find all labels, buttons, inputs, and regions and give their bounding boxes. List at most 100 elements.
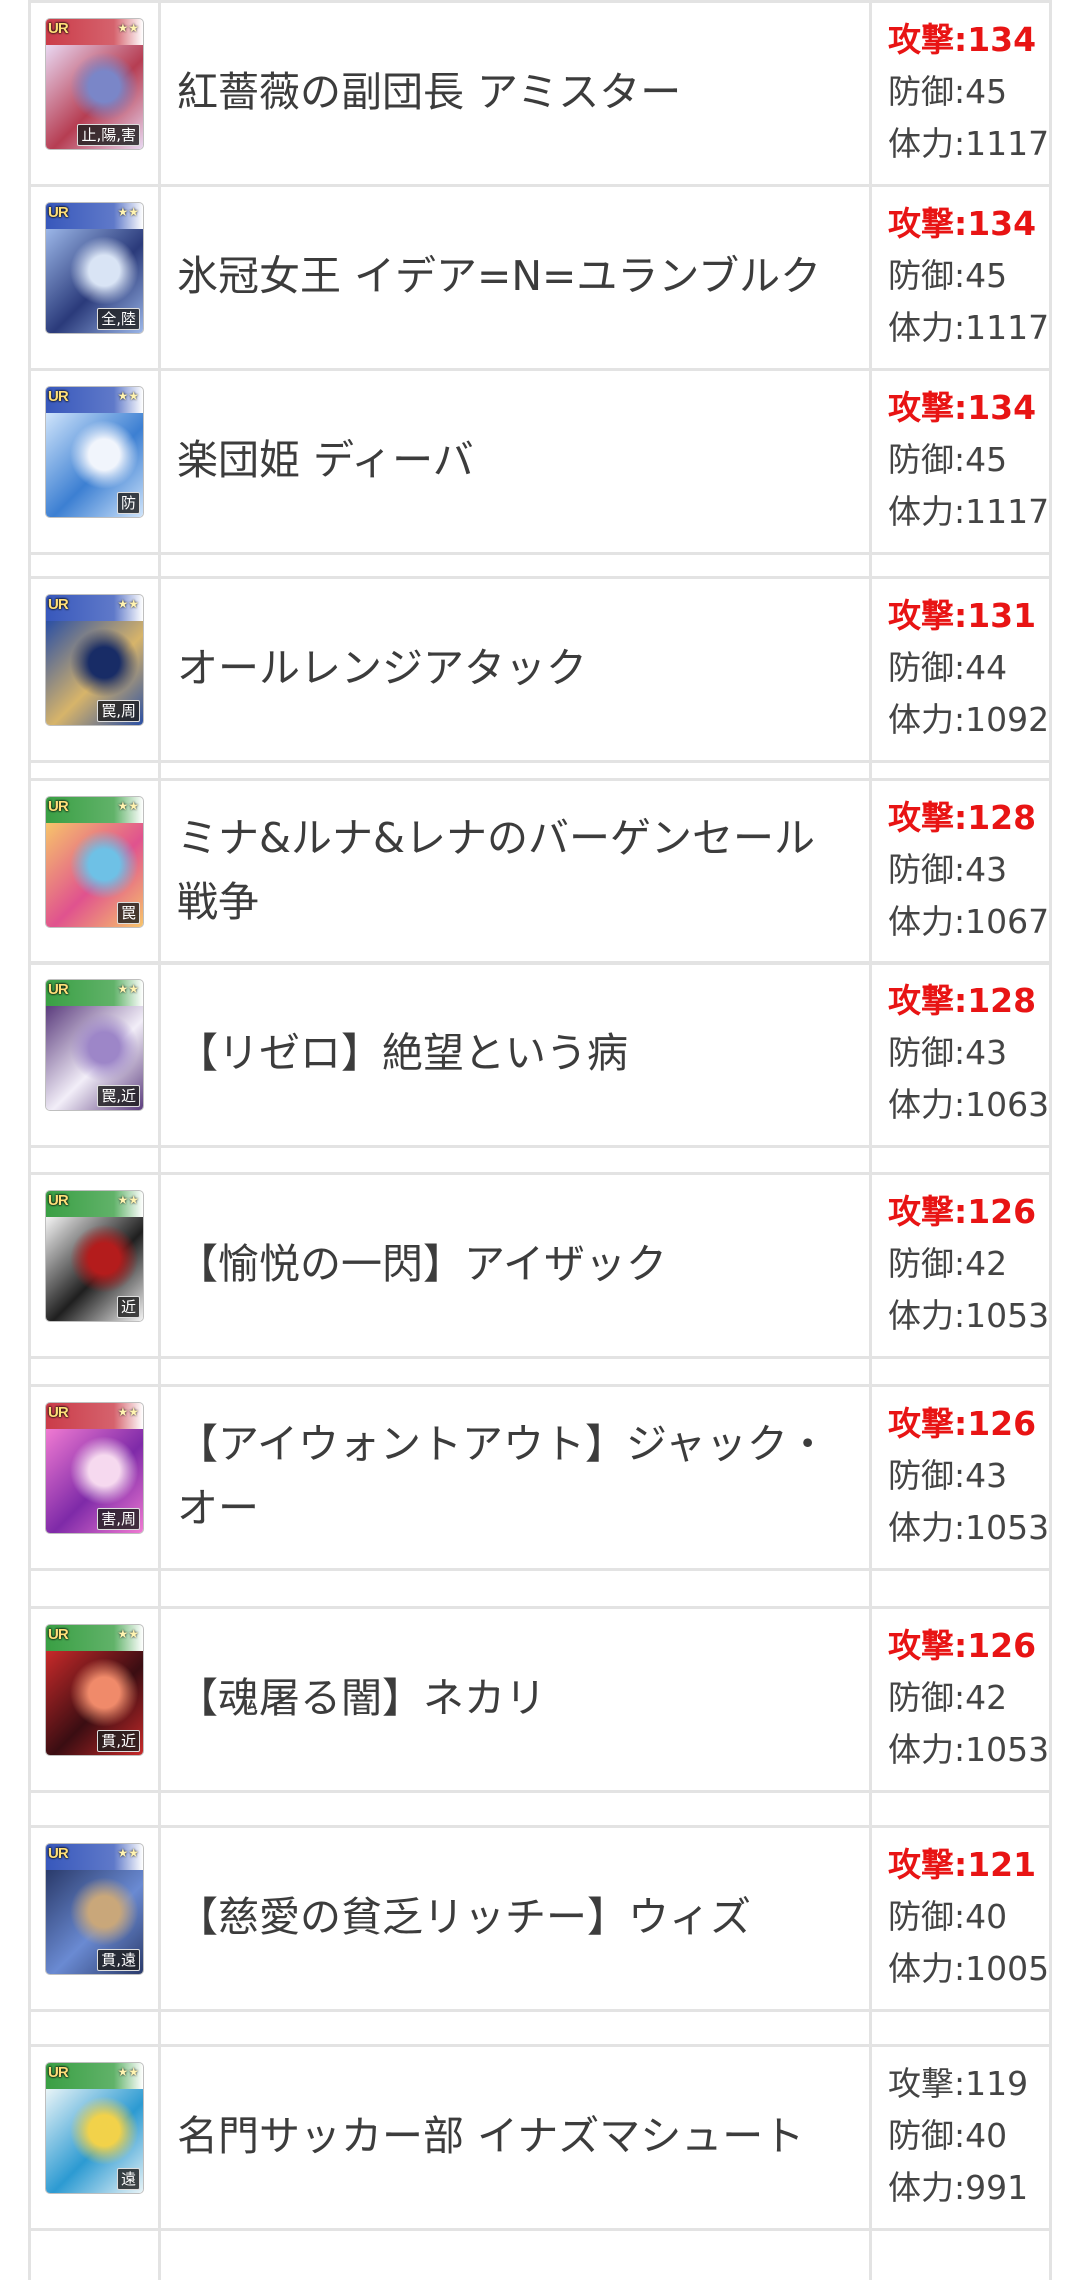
card-name-cell[interactable]: 名門サッカー部 イナズマシュート bbox=[162, 2044, 869, 2228]
card-thumbnail[interactable]: UR ★★ 防 bbox=[46, 387, 143, 517]
card-name[interactable]: 氷冠女王 イデア=N=ユランブルク bbox=[162, 244, 841, 308]
card-name[interactable]: ミナ&ルナ&レナのバーゲンセール戦争 bbox=[162, 806, 869, 934]
defense-stat: 防御:45 bbox=[888, 440, 1008, 479]
hp-stat: 体力:991 bbox=[888, 2168, 1029, 2207]
attack-stat: 攻撃:128 bbox=[888, 798, 1037, 837]
defense-stat: 防御:43 bbox=[888, 1033, 1008, 1072]
card-name[interactable]: 楽団姫 ディーバ bbox=[162, 428, 494, 492]
row-divider bbox=[28, 1790, 1052, 1793]
card-name-cell[interactable]: 氷冠女王 イデア=N=ユランブルク bbox=[162, 184, 869, 368]
attack-stat: 攻撃:134 bbox=[888, 204, 1037, 243]
card-name-cell[interactable]: 紅薔薇の副団長 アミスター bbox=[162, 0, 869, 184]
table-row: UR ★★ 罠,周 オールレンジアタック 攻撃:131 防御:44 体力:109… bbox=[28, 576, 1052, 760]
card-icon-cell[interactable]: UR ★★ 害,周 bbox=[31, 1384, 158, 1568]
attack-stat: 攻撃:126 bbox=[888, 1626, 1037, 1665]
rarity-badge: UR bbox=[48, 20, 69, 37]
card-name-cell[interactable]: 【アイウォントアウト】ジャック・オー bbox=[162, 1384, 869, 1568]
card-icon-cell[interactable]: UR ★★ 近 bbox=[31, 1172, 158, 1356]
table-row: UR ★★ 罠 ミナ&ルナ&レナのバーゲンセール戦争 攻撃:128 防御:43 … bbox=[28, 778, 1052, 962]
attack-stat: 攻撃:119 bbox=[888, 2064, 1029, 2103]
card-thumbnail[interactable]: UR ★★ 罠,近 bbox=[46, 980, 143, 1110]
card-name[interactable]: 名門サッカー部 イナズマシュート bbox=[162, 2104, 824, 2168]
card-stats-cell: 攻撃:128 防御:43 体力:1063 bbox=[873, 961, 1052, 1145]
card-name[interactable]: 【アイウォントアウト】ジャック・オー bbox=[162, 1412, 869, 1540]
row-divider bbox=[28, 2009, 1052, 2012]
rarity-badge: UR bbox=[48, 596, 69, 613]
card-name[interactable]: オールレンジアタック bbox=[162, 636, 607, 700]
card-name-cell[interactable]: オールレンジアタック bbox=[162, 576, 869, 760]
card-type-label: 貫,遠 bbox=[97, 1949, 140, 1971]
card-thumbnail[interactable]: UR ★★ 全,陸 bbox=[46, 203, 143, 333]
card-type-label: 遠 bbox=[116, 2168, 140, 2190]
card-icon-cell[interactable]: UR ★★ 防 bbox=[31, 368, 158, 552]
attack-stat: 攻撃:121 bbox=[888, 1845, 1037, 1884]
card-icon-cell[interactable]: UR ★★ 罠,周 bbox=[31, 576, 158, 760]
table-row: UR ★★ 防 楽団姫 ディーバ 攻撃:134 防御:45 体力:1117 bbox=[28, 368, 1052, 552]
card-name[interactable]: 【慈愛の貧乏リッチー】ウィズ bbox=[162, 1885, 771, 1949]
card-stats-cell: 攻撃:128 防御:43 体力:1067 bbox=[873, 778, 1052, 962]
defense-stat: 防御:40 bbox=[888, 2116, 1008, 2155]
rarity-badge: UR bbox=[48, 388, 69, 405]
card-thumbnail[interactable]: UR ★★ 遠 bbox=[46, 2063, 143, 2193]
card-type-label: 近 bbox=[116, 1296, 140, 1318]
hp-stat: 体力:1063 bbox=[888, 1085, 1050, 1124]
card-type-label: 罠 bbox=[116, 902, 140, 924]
star-icon: ★★ bbox=[117, 597, 139, 611]
attack-stat: 攻撃:134 bbox=[888, 388, 1037, 427]
card-icon-cell[interactable]: UR ★★ 止,陽,害 bbox=[31, 0, 158, 184]
card-thumbnail[interactable]: UR ★★ 近 bbox=[46, 1191, 143, 1321]
card-thumbnail[interactable]: UR ★★ 止,陽,害 bbox=[46, 19, 143, 149]
rarity-badge: UR bbox=[48, 1192, 69, 1209]
card-thumbnail[interactable]: UR ★★ 貫,近 bbox=[46, 1625, 143, 1755]
table-row: UR ★★ 遠 名門サッカー部 イナズマシュート 攻撃:119 防御:40 体力… bbox=[28, 2044, 1052, 2228]
card-type-label: 全,陸 bbox=[97, 308, 140, 330]
card-name-cell[interactable]: 【魂屠る闇】ネカリ bbox=[162, 1606, 869, 1790]
hp-stat: 体力:1053 bbox=[888, 1508, 1050, 1547]
hp-stat: 体力:1053 bbox=[888, 1296, 1050, 1335]
card-stats-cell: 攻撃:121 防御:40 体力:1005 bbox=[873, 1825, 1052, 2009]
star-icon: ★★ bbox=[117, 205, 139, 219]
table-row: UR ★★ 害,周 【アイウォントアウト】ジャック・オー 攻撃:126 防御:4… bbox=[28, 1384, 1052, 1568]
card-name-cell[interactable]: ミナ&ルナ&レナのバーゲンセール戦争 bbox=[162, 778, 869, 962]
card-thumbnail[interactable]: UR ★★ 罠 bbox=[46, 797, 143, 927]
card-type-label: 罠,周 bbox=[97, 700, 140, 722]
card-type-label: 止,陽,害 bbox=[77, 124, 140, 146]
card-thumbnail[interactable]: UR ★★ 害,周 bbox=[46, 1403, 143, 1533]
card-name-cell[interactable]: 【慈愛の貧乏リッチー】ウィズ bbox=[162, 1825, 869, 2009]
hp-stat: 体力:1067 bbox=[888, 902, 1050, 941]
row-divider bbox=[28, 2228, 1052, 2231]
hp-stat: 体力:1117 bbox=[888, 124, 1050, 163]
card-name[interactable]: 紅薔薇の副団長 アミスター bbox=[162, 60, 701, 124]
card-thumbnail[interactable]: UR ★★ 罠,周 bbox=[46, 595, 143, 725]
card-name-cell[interactable]: 【愉悦の一閃】アイザック bbox=[162, 1172, 869, 1356]
card-icon-cell[interactable]: UR ★★ 罠 bbox=[31, 778, 158, 962]
defense-stat: 防御:42 bbox=[888, 1678, 1008, 1717]
hp-stat: 体力:1005 bbox=[888, 1949, 1050, 1988]
card-name[interactable]: 【リゼロ】絶望という病 bbox=[162, 1021, 648, 1085]
card-icon-cell[interactable]: UR ★★ 遠 bbox=[31, 2044, 158, 2228]
star-icon: ★★ bbox=[117, 1846, 139, 1860]
card-icon-cell[interactable]: UR ★★ 罠,近 bbox=[31, 961, 158, 1145]
rarity-badge: UR bbox=[48, 1626, 69, 1643]
card-name-cell[interactable]: 【リゼロ】絶望という病 bbox=[162, 961, 869, 1145]
card-stats-cell: 攻撃:131 防御:44 体力:1092 bbox=[873, 576, 1052, 760]
card-thumbnail[interactable]: UR ★★ 貫,遠 bbox=[46, 1844, 143, 1974]
table-row: UR ★★ 貫,遠 【慈愛の貧乏リッチー】ウィズ 攻撃:121 防御:40 体力… bbox=[28, 1825, 1052, 2009]
defense-stat: 防御:40 bbox=[888, 1897, 1008, 1936]
rarity-badge: UR bbox=[48, 798, 69, 815]
card-stats-cell: 攻撃:126 防御:42 体力:1053 bbox=[873, 1172, 1052, 1356]
card-stats-cell: 攻撃:134 防御:45 体力:1117 bbox=[873, 184, 1052, 368]
table-row: UR ★★ 止,陽,害 紅薔薇の副団長 アミスター 攻撃:134 防御:45 体… bbox=[28, 0, 1052, 184]
card-name-cell[interactable]: 楽団姫 ディーバ bbox=[162, 368, 869, 552]
star-icon: ★★ bbox=[117, 1627, 139, 1641]
defense-stat: 防御:43 bbox=[888, 850, 1008, 889]
card-icon-cell[interactable]: UR ★★ 全,陸 bbox=[31, 184, 158, 368]
card-name[interactable]: 【愉悦の一閃】アイザック bbox=[162, 1232, 687, 1296]
card-type-label: 罠,近 bbox=[97, 1085, 140, 1107]
card-name[interactable]: 【魂屠る闇】ネカリ bbox=[162, 1666, 566, 1730]
card-icon-cell[interactable]: UR ★★ 貫,遠 bbox=[31, 1825, 158, 2009]
defense-stat: 防御:45 bbox=[888, 72, 1008, 111]
hp-stat: 体力:1053 bbox=[888, 1730, 1050, 1769]
card-icon-cell[interactable]: UR ★★ 貫,近 bbox=[31, 1606, 158, 1790]
attack-stat: 攻撃:131 bbox=[888, 596, 1037, 635]
